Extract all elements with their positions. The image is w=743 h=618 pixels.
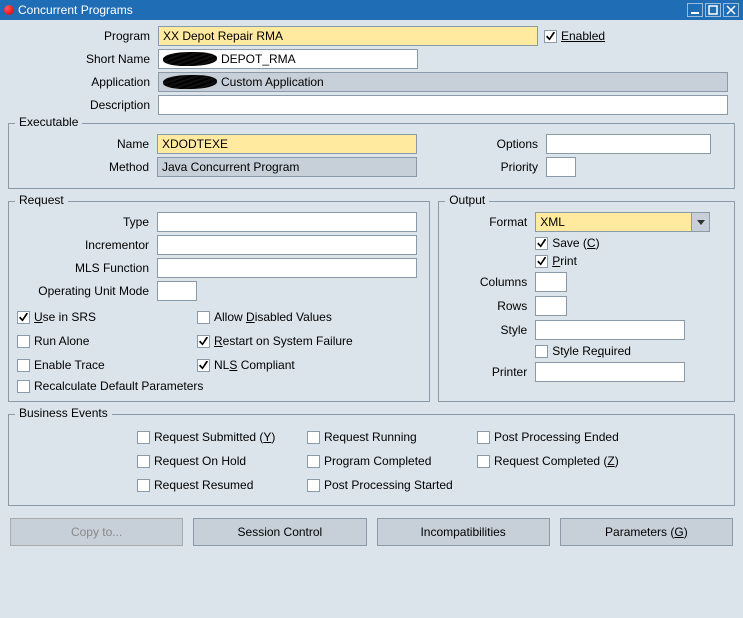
oracle-icon: [4, 5, 14, 15]
options-input[interactable]: [546, 134, 711, 154]
short-name-input[interactable]: DEPOT_RMA: [158, 49, 418, 69]
format-value: XML: [540, 215, 565, 229]
redacted-icon: [163, 52, 217, 66]
redacted-icon: [163, 75, 217, 89]
output-legend: Output: [445, 193, 489, 207]
options-label: Options: [436, 137, 546, 151]
incrementor-input[interactable]: [157, 235, 417, 255]
enabled-checkbox[interactable]: Enabled: [544, 29, 605, 43]
maximize-button[interactable]: [705, 3, 721, 17]
save-checkbox[interactable]: Save (C): [535, 236, 599, 250]
type-input[interactable]: [157, 212, 417, 232]
oum-input[interactable]: [157, 281, 197, 301]
oum-label: Operating Unit Mode: [17, 284, 157, 298]
request-resumed-checkbox[interactable]: Request Resumed: [137, 473, 307, 497]
program-input[interactable]: XX Depot Repair RMA: [158, 26, 538, 46]
priority-input[interactable]: [546, 157, 576, 177]
exec-method-label: Method: [17, 160, 157, 174]
style-required-checkbox[interactable]: Style Required: [535, 344, 631, 358]
close-button[interactable]: [723, 3, 739, 17]
printer-input[interactable]: [535, 362, 685, 382]
pp-started-checkbox[interactable]: Post Processing Started: [307, 473, 477, 497]
description-label: Description: [8, 98, 158, 112]
request-completed-checkbox[interactable]: Request Completed (Z): [477, 449, 647, 473]
copy-to-button: Copy to...: [10, 518, 183, 546]
window: Concurrent Programs Program XX Depot Rep…: [0, 0, 743, 618]
executable-legend: Executable: [15, 115, 82, 129]
incrementor-label: Incrementor: [17, 238, 157, 252]
request-running-checkbox[interactable]: Request Running: [307, 425, 477, 449]
request-submitted-checkbox[interactable]: Request Submitted (Y): [137, 425, 307, 449]
mls-label: MLS Function: [17, 261, 157, 275]
titlebar: Concurrent Programs: [0, 0, 743, 20]
format-select[interactable]: XML: [535, 212, 710, 232]
format-label: Format: [447, 215, 535, 229]
enable-trace-checkbox[interactable]: Enable Trace: [17, 353, 197, 377]
incompatibilities-button[interactable]: Incompatibilities: [377, 518, 550, 546]
mls-input[interactable]: [157, 258, 417, 278]
content: Program XX Depot Repair RMA Enabled Shor…: [0, 20, 743, 562]
business-events-fieldset: Business Events Request Submitted (Y) Re…: [8, 414, 735, 506]
parameters-button[interactable]: Parameters (G): [560, 518, 733, 546]
rows-label: Rows: [447, 299, 535, 313]
restart-checkbox[interactable]: Restart on System Failure: [197, 329, 417, 353]
window-controls: [687, 3, 739, 17]
rows-input[interactable]: [535, 296, 567, 316]
style-input[interactable]: [535, 320, 685, 340]
use-in-srs-checkbox[interactable]: Use in SRS: [17, 305, 197, 329]
request-fieldset: Request Type Incrementor MLS Function Op…: [8, 201, 430, 402]
button-row: Copy to... Session Control Incompatibili…: [8, 510, 735, 554]
application-label: Application: [8, 75, 158, 89]
exec-name-label: Name: [17, 137, 157, 151]
application-value: Custom Application: [221, 75, 324, 89]
dropdown-icon: [691, 213, 709, 231]
pp-ended-checkbox[interactable]: Post Processing Ended: [477, 425, 647, 449]
program-label: Program: [8, 29, 158, 43]
short-name-label: Short Name: [8, 52, 158, 66]
exec-method-input: Java Concurrent Program: [157, 157, 417, 177]
window-title: Concurrent Programs: [18, 0, 687, 20]
style-label: Style: [447, 323, 535, 337]
run-alone-checkbox[interactable]: Run Alone: [17, 329, 197, 353]
executable-fieldset: Executable Name XDODTEXE Method Java Con…: [8, 123, 735, 189]
columns-label: Columns: [447, 275, 535, 289]
application-input[interactable]: Custom Application: [158, 72, 728, 92]
type-label: Type: [17, 215, 157, 229]
enabled-box: [544, 30, 557, 43]
exec-method-value: Java Concurrent Program: [162, 160, 299, 174]
program-completed-checkbox[interactable]: Program Completed: [307, 449, 477, 473]
nls-compliant-checkbox[interactable]: NLS Compliant: [197, 353, 417, 377]
allow-disabled-checkbox[interactable]: Allow Disabled Values: [197, 305, 417, 329]
print-checkbox[interactable]: Print: [535, 254, 577, 268]
exec-name-input[interactable]: XDODTEXE: [157, 134, 417, 154]
exec-name-value: XDODTEXE: [162, 137, 228, 151]
recalculate-checkbox[interactable]: Recalculate Default Parameters: [17, 379, 421, 393]
business-events-legend: Business Events: [15, 406, 112, 420]
priority-label: Priority: [436, 160, 546, 174]
session-control-button[interactable]: Session Control: [193, 518, 366, 546]
description-input[interactable]: [158, 95, 728, 115]
columns-input[interactable]: [535, 272, 567, 292]
output-fieldset: Output FormatXML Save (C) Print Columns …: [438, 201, 735, 402]
program-value: XX Depot Repair RMA: [163, 29, 283, 43]
printer-label: Printer: [447, 365, 535, 379]
enabled-label: Enabled: [561, 29, 605, 43]
minimize-button[interactable]: [687, 3, 703, 17]
request-on-hold-checkbox[interactable]: Request On Hold: [137, 449, 307, 473]
request-legend: Request: [15, 193, 68, 207]
short-name-value: DEPOT_RMA: [221, 52, 296, 66]
